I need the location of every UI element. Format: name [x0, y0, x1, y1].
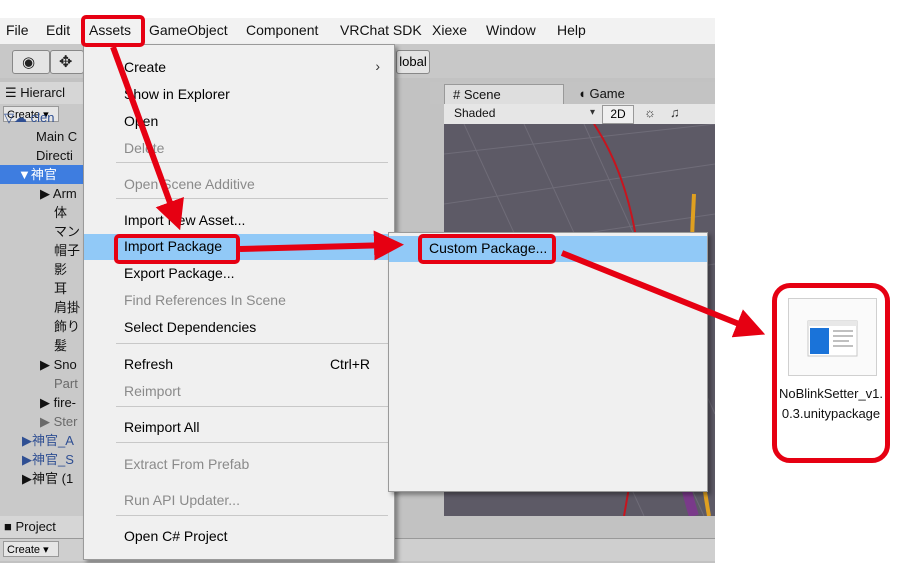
unitypackage-file-name: NoBlinkSetter_v1.0.3.unitypackage — [778, 386, 884, 421]
arrow-assets-to-import — [110, 45, 184, 231]
arrow-custom-to-file — [560, 250, 766, 338]
unitypackage-file-icon — [788, 298, 877, 376]
arrow-overlay — [110, 45, 766, 338]
arrow-import-to-custom — [239, 230, 404, 261]
file-thumbnail-icon — [807, 320, 858, 357]
